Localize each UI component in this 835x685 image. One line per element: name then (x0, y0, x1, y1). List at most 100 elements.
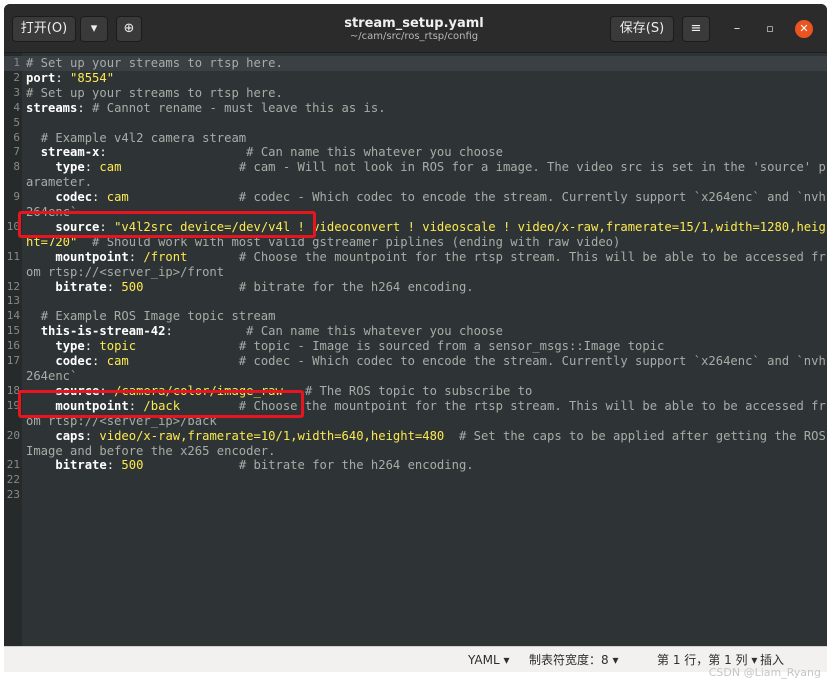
line-number: 13 (6, 294, 20, 308)
line-number: 7 (13, 145, 20, 159)
line-number: 22 (6, 473, 20, 487)
line-number: 15 (6, 324, 20, 338)
line-text: # Example ROS Image topic stream (26, 309, 827, 324)
code-line[interactable]: 5 (4, 116, 827, 131)
line-text: type: topic # topic - Image is sourced f… (26, 339, 827, 354)
code-line[interactable]: 23 (4, 488, 827, 503)
yaml-key: type (26, 339, 85, 354)
line-number: 10 (6, 219, 20, 233)
line-number: 23 (6, 488, 20, 502)
yaml-comment: # bitrate for the h264 encoding. (143, 279, 474, 294)
yaml-punct: : (84, 160, 100, 175)
status-bar: YAML ▾ 制表符宽度：8 ▾ 第 1 行，第 1 列 ▾ 插入 (4, 646, 827, 672)
yaml-value: 500 (121, 458, 144, 473)
code-line[interactable]: 18 source: /camera/color/image_raw # The… (4, 384, 827, 399)
yaml-punct: : (99, 383, 115, 398)
code-area[interactable]: 1 # Set up your streams to rtsp here. 2 por… (4, 56, 827, 503)
code-line[interactable]: 17 codec: cam # codec - Which codec to e… (4, 354, 827, 384)
yaml-punct: : (128, 398, 144, 413)
yaml-value: 500 (121, 279, 144, 294)
open-button[interactable]: 打开(O) (12, 16, 76, 42)
yaml-value: video/x-raw,framerate=10/1,width=640,hei… (99, 428, 445, 443)
yaml-comment: # Cannot rename - must leave this as is. (92, 100, 386, 115)
code-line[interactable]: 19 mountpoint: /back # Choose the mountp… (4, 399, 827, 429)
yaml-key: stream-x (26, 145, 100, 160)
yaml-key: bitrate (26, 458, 107, 473)
tab-width-selector[interactable]: 制表符宽度：8 ▾ (529, 647, 618, 672)
yaml-comment: # Set up your streams to rtsp here. (26, 85, 283, 100)
line-text: codec: cam # codec - Which codec to enco… (26, 354, 827, 384)
yaml-comment: # topic - Image is sourced from a sensor… (136, 339, 665, 354)
code-line[interactable]: 22 (4, 473, 827, 488)
code-line[interactable]: 21 bitrate: 500 # bitrate for the h264 e… (4, 458, 827, 473)
window-title: stream_setup.yaml (344, 16, 484, 31)
yaml-punct: : (92, 190, 107, 205)
yaml-key: bitrate (26, 279, 107, 294)
code-line[interactable]: 10 source: "v4l2src device=/dev/v4l ! vi… (4, 220, 827, 250)
yaml-value: cam (106, 354, 129, 369)
code-line[interactable]: 6 # Example v4l2 camera stream (4, 131, 827, 146)
yaml-comment: # bitrate for the h264 encoding. (143, 458, 474, 473)
code-line[interactable]: 4 streams: # Cannot rename - must leave t… (4, 101, 827, 116)
minimize-icon[interactable]: – (728, 20, 746, 38)
yaml-key: this-is-stream-42 (26, 324, 166, 339)
yaml-key: type (26, 160, 85, 175)
yaml-key: mountpoint (26, 249, 129, 264)
watermark: CSDN @Liam_Ryang (708, 666, 821, 679)
line-number: 9 (13, 190, 20, 204)
maximize-icon[interactable]: ▫ (761, 20, 779, 38)
yaml-value: /camera/color/image_raw (114, 383, 283, 398)
yaml-comment: # The ROS topic to subscribe to (282, 383, 533, 398)
line-number: 20 (6, 428, 20, 442)
line-number: 18 (6, 383, 20, 397)
yaml-punct: : (55, 70, 71, 85)
open-menu-chevron-icon[interactable]: ▾ (80, 16, 108, 42)
yaml-punct: : (84, 428, 100, 443)
code-line[interactable]: 9 codec: cam # codec - Which codec to en… (4, 190, 827, 220)
yaml-key: streams (26, 100, 78, 115)
code-line[interactable]: 16 type: topic # topic - Image is source… (4, 339, 827, 354)
yaml-punct: : (165, 324, 247, 339)
yaml-key: source (26, 219, 100, 234)
yaml-comment: # Set up your streams to rtsp here. (26, 56, 283, 70)
yaml-punct: : (92, 354, 107, 369)
yaml-key: codec (26, 190, 93, 205)
yaml-punct: : (84, 339, 100, 354)
yaml-comment: # Should work with most valid gstreamer … (77, 234, 621, 249)
line-text: bitrate: 500 # bitrate for the h264 enco… (26, 458, 827, 473)
language-selector[interactable]: YAML ▾ (468, 647, 509, 672)
code-line[interactable]: 13 (4, 294, 827, 309)
gedit-window: 打开(O) ▾ ⊕ stream_setup.yaml ~/cam/src/ro… (4, 4, 827, 672)
line-number: 4 (13, 100, 20, 114)
code-line[interactable]: 3 # Set up your streams to rtsp here. (4, 86, 827, 101)
save-button[interactable]: 保存(S) (610, 16, 674, 42)
yaml-comment: # codec - Which codec to encode the stre… (26, 190, 826, 220)
yaml-punct: : (99, 145, 247, 160)
hamburger-menu-icon[interactable]: ≡ (682, 16, 710, 42)
code-line[interactable]: 15 this-is-stream-42: # Can name this wh… (4, 324, 827, 339)
new-document-icon[interactable]: ⊕ (116, 16, 142, 42)
line-number: 16 (6, 339, 20, 353)
code-line[interactable]: 14 # Example ROS Image topic stream (4, 309, 827, 324)
close-icon[interactable]: ✕ (795, 20, 813, 38)
code-line[interactable]: 1 # Set up your streams to rtsp here. (4, 56, 827, 71)
yaml-comment: # codec - Which codec to encode the stre… (26, 354, 826, 383)
line-text: type: cam # cam - Will not look in ROS f… (26, 160, 827, 190)
header-bar: 打开(O) ▾ ⊕ stream_setup.yaml ~/cam/src/ro… (4, 4, 827, 53)
code-line[interactable]: 7 stream-x: # Can name this whatever you… (4, 145, 827, 160)
yaml-value: /back (143, 398, 181, 413)
yaml-comment: # Can name this whatever you choose (246, 324, 503, 339)
yaml-key: port (26, 70, 56, 85)
code-line[interactable]: 8 type: cam # cam - Will not look in ROS… (4, 160, 827, 190)
line-number: 2 (13, 70, 20, 84)
yaml-punct: : (99, 219, 115, 234)
code-line[interactable]: 11 mountpoint: /front # Choose the mount… (4, 250, 827, 280)
code-line[interactable]: 2 port: "8554" (4, 71, 827, 86)
text-editor[interactable]: 1 # Set up your streams to rtsp here. 2 por… (4, 53, 827, 646)
line-text: codec: cam # codec - Which codec to enco… (26, 190, 827, 220)
code-line[interactable]: 12 bitrate: 500 # bitrate for the h264 e… (4, 280, 827, 295)
code-line[interactable]: 20 caps: video/x-raw,framerate=10/1,widt… (4, 429, 827, 459)
yaml-value: cam (99, 160, 122, 175)
line-text: source: "v4l2src device=/dev/v4l ! video… (26, 220, 827, 250)
yaml-punct: : (106, 458, 122, 473)
